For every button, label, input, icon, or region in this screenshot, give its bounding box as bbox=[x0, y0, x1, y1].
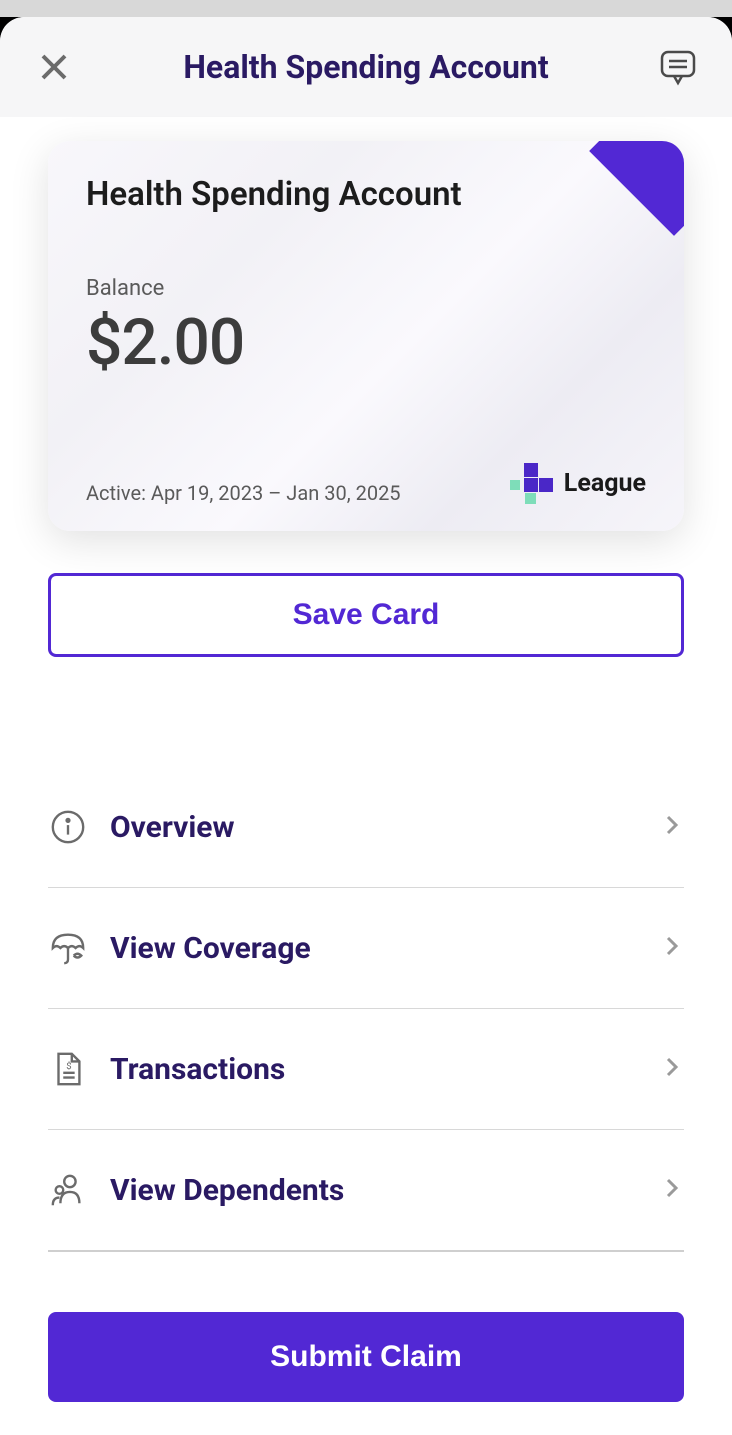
balance-label: Balance bbox=[86, 276, 646, 301]
header: Health Spending Account bbox=[0, 17, 732, 117]
people-icon bbox=[48, 1170, 88, 1210]
balance-amount: $2.00 bbox=[86, 305, 646, 380]
menu-label: View Coverage bbox=[110, 931, 660, 966]
chevron-right-icon bbox=[660, 813, 684, 841]
info-icon bbox=[48, 807, 88, 847]
chevron-right-icon bbox=[660, 934, 684, 962]
svg-text:$: $ bbox=[66, 1061, 71, 1072]
status-bar bbox=[0, 0, 732, 17]
receipt-icon: $ bbox=[48, 1049, 88, 1089]
league-logo-icon bbox=[510, 461, 554, 505]
menu-label: Transactions bbox=[110, 1052, 660, 1087]
menu-label: Overview bbox=[110, 810, 660, 845]
close-icon bbox=[38, 51, 70, 83]
submit-wrap: Submit Claim bbox=[0, 1252, 732, 1402]
chat-icon bbox=[658, 47, 698, 87]
chat-button[interactable] bbox=[658, 47, 698, 87]
menu-item-view-dependents[interactable]: View Dependents bbox=[48, 1130, 684, 1252]
save-card-button[interactable]: Save Card bbox=[48, 573, 684, 657]
card-footer: Active: Apr 19, 2023 – Jan 30, 2025 Leag… bbox=[86, 461, 646, 505]
menu-item-view-coverage[interactable]: View Coverage bbox=[48, 888, 684, 1009]
menu-list: Overview View Coverage bbox=[48, 767, 684, 1252]
page-title: Health Spending Account bbox=[74, 48, 658, 86]
card-title: Health Spending Account bbox=[86, 175, 646, 214]
league-logo-text: League bbox=[564, 469, 646, 498]
content: Health Spending Account Balance $2.00 Ac… bbox=[0, 117, 732, 1252]
menu-item-transactions[interactable]: $ Transactions bbox=[48, 1009, 684, 1130]
menu-label: View Dependents bbox=[110, 1173, 660, 1208]
balance-card: Health Spending Account Balance $2.00 Ac… bbox=[48, 141, 684, 531]
active-date-range: Active: Apr 19, 2023 – Jan 30, 2025 bbox=[86, 481, 401, 505]
chevron-right-icon bbox=[660, 1055, 684, 1083]
modal-sheet: Health Spending Account Health Spending … bbox=[0, 17, 732, 1435]
menu-item-overview[interactable]: Overview bbox=[48, 767, 684, 888]
league-logo: League bbox=[510, 461, 646, 505]
submit-claim-button[interactable]: Submit Claim bbox=[48, 1312, 684, 1402]
chevron-right-icon bbox=[660, 1176, 684, 1204]
close-button[interactable] bbox=[34, 47, 74, 87]
umbrella-icon bbox=[48, 928, 88, 968]
